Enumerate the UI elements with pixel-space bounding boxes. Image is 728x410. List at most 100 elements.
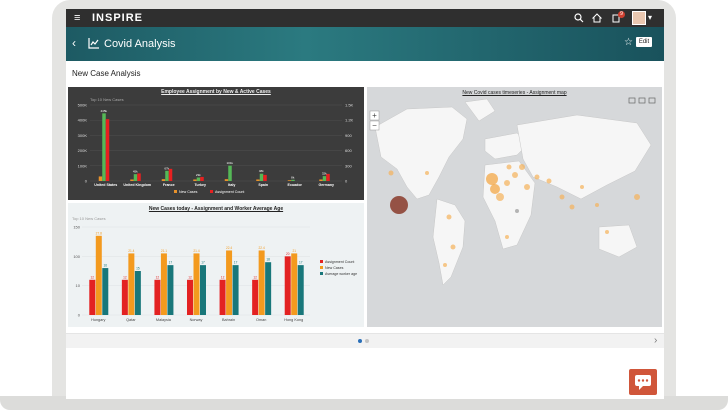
data-label: 18 — [266, 258, 270, 262]
x-tick-label: Hong Kong — [284, 318, 303, 322]
employee-assignment-panel: Employee Assignment by New & Active Case… — [68, 87, 364, 200]
data-label: 12 — [91, 275, 95, 279]
y-tick-label: 150 — [73, 225, 80, 230]
case-bubble[interactable] — [505, 235, 509, 239]
data-label: 16 — [104, 264, 108, 268]
bar-assignment-count — [326, 173, 330, 181]
case-bubble[interactable] — [580, 185, 584, 189]
legend-label: Average worker age — [325, 272, 357, 276]
brand-logo[interactable]: INSPIRE — [92, 12, 143, 24]
case-bubble[interactable] — [569, 204, 575, 210]
case-bubble[interactable] — [450, 244, 456, 250]
carousel-dot-active[interactable] — [358, 339, 362, 343]
bar-new-cases — [193, 253, 200, 315]
expand-icon[interactable] — [628, 97, 636, 104]
x-tick-label: Turkey — [194, 183, 206, 187]
carousel-dot[interactable] — [365, 339, 369, 343]
bar-active-cases — [196, 177, 201, 181]
bar-new-cases — [161, 179, 166, 181]
x-tick-label: Qatar — [126, 318, 136, 322]
new-cases-today-chart: Top 10 New Cases 0 10 100 150 12 27.8 16 Hungary… — [72, 216, 357, 322]
case-bubble[interactable] — [512, 172, 518, 178]
bar-new-cases — [224, 179, 229, 181]
bar-assignment-count — [105, 119, 110, 181]
case-bubble-us[interactable] — [390, 196, 408, 214]
y-tick-label-left: 300K — [78, 133, 88, 138]
case-bubble[interactable] — [506, 164, 512, 170]
favorite-star-icon[interactable]: ☆ — [624, 37, 633, 49]
case-bubble[interactable] — [443, 263, 447, 267]
asia-shape — [516, 114, 652, 200]
next-arrow-icon[interactable]: › — [654, 335, 657, 346]
back-icon[interactable]: ‹ — [72, 37, 76, 49]
case-bubble[interactable] — [486, 173, 498, 185]
case-bubble[interactable] — [534, 174, 540, 180]
case-bubble[interactable] — [595, 203, 599, 207]
fullscreen-icon[interactable] — [648, 97, 656, 104]
data-label: 17 — [234, 261, 238, 265]
case-bubble[interactable] — [524, 184, 530, 190]
y-tick-label-right: 1.5K — [345, 103, 354, 108]
case-bubble[interactable] — [496, 193, 504, 201]
avatar[interactable] — [632, 11, 646, 25]
data-label: 22.4 — [259, 246, 265, 250]
south-america-shape — [432, 198, 466, 286]
world-map[interactable]: + − — [367, 87, 662, 327]
case-bubble[interactable] — [425, 171, 429, 175]
notification-badge: 9 — [618, 11, 625, 18]
bar-assignment-count — [219, 279, 226, 315]
refresh-icon[interactable] — [638, 97, 646, 104]
bar-new-cases — [98, 176, 103, 181]
case-bubble[interactable] — [559, 194, 565, 200]
search-icon[interactable] — [574, 13, 584, 23]
bar-new-cases — [258, 250, 265, 315]
edit-button[interactable]: Edit — [636, 37, 652, 47]
y-tick-label-left: 200K — [78, 148, 88, 153]
bar-assignment-count — [200, 176, 204, 181]
legend-swatch — [210, 190, 213, 193]
y-tick-label-right: 900 — [345, 133, 352, 138]
data-label: 20 — [286, 252, 290, 256]
bar-assignment-count — [121, 279, 128, 315]
analytics-icon — [88, 38, 99, 49]
bar-assignment-count — [154, 279, 161, 315]
x-tick-label: Italy — [228, 183, 235, 187]
case-bubble[interactable] — [519, 164, 525, 170]
y-tick-label-left: 100K — [78, 163, 88, 168]
bar-assignment-count — [137, 173, 141, 181]
carousel-footer: › — [66, 333, 664, 348]
case-bubble[interactable] — [546, 178, 552, 184]
hamburger-menu-icon[interactable]: ≡ — [74, 12, 80, 24]
bar-new-cases — [226, 250, 233, 315]
new-cases-today-panel: New Cases today - Assignment and Worker … — [68, 203, 364, 327]
y-tick-label-left: 500K — [78, 103, 88, 108]
section-title: New Case Analysis — [72, 69, 141, 78]
bar-average-age — [167, 265, 174, 315]
case-bubble[interactable] — [504, 180, 510, 186]
data-label: 8k — [291, 175, 295, 179]
y-tick-label-left: 400K — [78, 118, 88, 123]
map-zoom-controls: + − — [369, 110, 380, 131]
map-tool-icons — [628, 97, 656, 104]
legend-swatch — [320, 272, 323, 275]
case-bubble[interactable] — [605, 230, 609, 234]
case-bubble[interactable] — [634, 194, 640, 200]
case-bubble[interactable] — [490, 184, 500, 194]
y-tick-label-right: 0 — [345, 179, 348, 184]
chat-bubble-icon — [635, 375, 651, 390]
chevron-down-icon[interactable]: ▾ — [648, 13, 652, 22]
bar-new-cases — [319, 179, 323, 181]
chat-button[interactable] — [629, 369, 657, 395]
data-label: 12 — [156, 275, 160, 279]
bar-new-cases — [95, 235, 102, 315]
case-bubble[interactable] — [446, 214, 452, 220]
bar-assignment-count — [168, 168, 173, 181]
data-label: 12 — [123, 275, 127, 279]
data-label: 101k — [226, 161, 233, 165]
home-icon[interactable] — [592, 13, 602, 23]
bar-average-age — [232, 265, 239, 315]
bar-new-cases — [291, 253, 298, 315]
case-bubble[interactable] — [515, 209, 519, 213]
case-bubble[interactable] — [388, 170, 394, 176]
data-label: 67k — [164, 166, 169, 170]
